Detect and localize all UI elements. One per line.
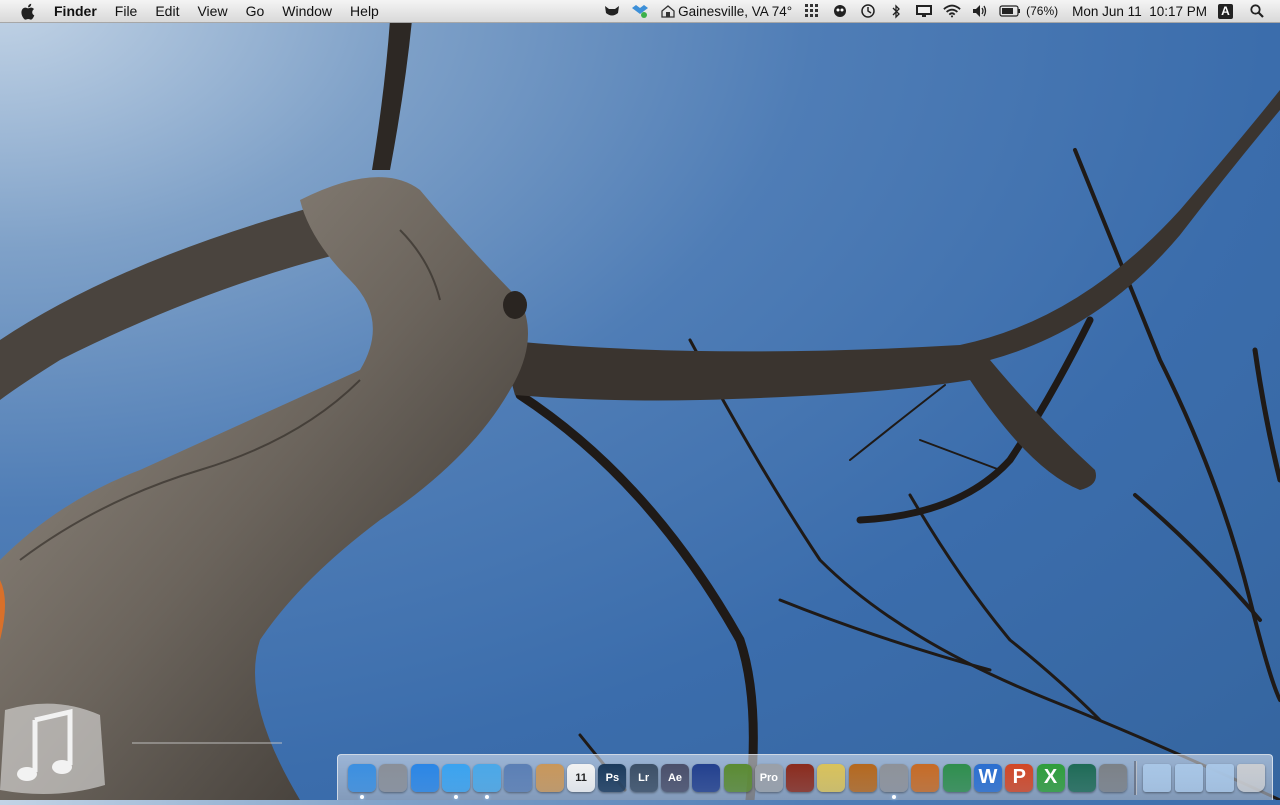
wifi-icon[interactable] bbox=[943, 3, 961, 19]
dock-separator bbox=[1134, 760, 1138, 795]
dock-glyph: P bbox=[1012, 766, 1026, 788]
activity-monitor-icon[interactable] bbox=[1099, 763, 1128, 792]
itunes-icon[interactable] bbox=[441, 763, 470, 799]
menu-window[interactable]: Window bbox=[282, 3, 332, 19]
menu-file[interactable]: File bbox=[115, 3, 138, 19]
music-widget[interactable] bbox=[0, 690, 110, 800]
cat-icon[interactable] bbox=[603, 3, 621, 19]
apple-menu-icon[interactable] bbox=[18, 2, 36, 20]
numbers-icon[interactable] bbox=[942, 763, 971, 792]
desktop-wallpaper bbox=[0, 20, 1280, 800]
folder-applications-icon[interactable] bbox=[1143, 763, 1172, 792]
photoshop-icon[interactable]: Ps bbox=[598, 763, 627, 792]
menu-view[interactable]: View bbox=[197, 3, 227, 19]
music-progress-line bbox=[132, 742, 282, 744]
dock: 11 Ps Lr Ae Pro W P X bbox=[337, 754, 1273, 800]
bluetooth-icon[interactable] bbox=[887, 3, 905, 19]
system-preferences-icon[interactable] bbox=[880, 763, 909, 799]
minecraft-icon[interactable] bbox=[723, 763, 752, 792]
weather-text: Gainesville, VA 74° bbox=[678, 3, 793, 19]
app-store-icon[interactable] bbox=[410, 763, 439, 792]
clock[interactable]: Mon Jun 11 10:17 PM bbox=[1072, 4, 1207, 19]
word-icon[interactable]: W bbox=[973, 763, 1002, 792]
keynote-icon[interactable] bbox=[911, 763, 940, 792]
battery-icon[interactable] bbox=[999, 3, 1021, 19]
dock-glyph: Ps bbox=[605, 771, 620, 784]
dock-glyph: X bbox=[1043, 766, 1058, 788]
menu-finder[interactable]: Finder bbox=[54, 3, 97, 19]
menu-go[interactable]: Go bbox=[246, 3, 265, 19]
battery-percent[interactable]: (76%) bbox=[1026, 4, 1058, 18]
weather-icon bbox=[659, 3, 677, 19]
menu-help[interactable]: Help bbox=[350, 3, 379, 19]
dock-glyph: Ae bbox=[667, 771, 682, 784]
excel-icon[interactable]: X bbox=[1036, 763, 1065, 792]
display-icon[interactable] bbox=[915, 3, 933, 19]
input-source-icon[interactable]: A bbox=[1218, 3, 1233, 19]
running-indicator bbox=[485, 794, 490, 799]
menu-bar: Finder File Edit View Go Window Help Gai… bbox=[0, 0, 1280, 23]
photo-booth-icon[interactable] bbox=[786, 763, 815, 792]
volume-icon[interactable] bbox=[971, 3, 989, 19]
time-machine-icon[interactable] bbox=[859, 3, 877, 19]
running-indicator bbox=[360, 794, 364, 799]
cinema-4d-icon[interactable] bbox=[692, 763, 721, 792]
after-effects-icon[interactable]: Ae bbox=[660, 763, 689, 792]
status-area: Gainesville, VA 74° (76%) Mon Jun 11 10:… bbox=[598, 0, 1280, 22]
dock-glyph: Pro bbox=[759, 771, 779, 784]
trash-icon[interactable] bbox=[1237, 763, 1266, 792]
dropbox-icon[interactable] bbox=[631, 3, 649, 19]
running-indicator bbox=[453, 794, 458, 799]
safari-icon[interactable] bbox=[473, 763, 502, 799]
dock-glyph: W bbox=[978, 766, 998, 788]
time-machine-dock-icon[interactable] bbox=[1067, 763, 1096, 792]
menu-edit[interactable]: Edit bbox=[155, 3, 179, 19]
running-indicator bbox=[892, 794, 897, 799]
launchpad-icon[interactable] bbox=[379, 763, 408, 792]
dock-glyph: 11 bbox=[575, 771, 587, 784]
garageband-icon[interactable] bbox=[848, 763, 877, 792]
ical-icon[interactable]: 11 bbox=[567, 763, 596, 792]
imovie-icon[interactable] bbox=[817, 763, 846, 792]
lightroom-icon[interactable]: Lr bbox=[629, 763, 658, 792]
spotlight-icon[interactable] bbox=[1248, 3, 1266, 19]
address-book-icon[interactable] bbox=[535, 763, 564, 792]
finder-icon[interactable] bbox=[348, 763, 376, 799]
mail-icon[interactable] bbox=[504, 763, 533, 792]
folder-downloads-icon[interactable] bbox=[1206, 763, 1235, 792]
music-note-icon bbox=[0, 703, 105, 794]
dock-glyph: Lr bbox=[638, 771, 650, 784]
grid-icon[interactable] bbox=[803, 3, 821, 19]
pro-icon[interactable]: Pro bbox=[754, 763, 783, 792]
weather-menu[interactable]: Gainesville, VA 74° bbox=[654, 3, 798, 19]
powerpoint-icon[interactable]: P bbox=[1005, 763, 1034, 792]
folder-documents-icon[interactable] bbox=[1174, 763, 1203, 792]
eye-icon[interactable] bbox=[831, 3, 849, 19]
